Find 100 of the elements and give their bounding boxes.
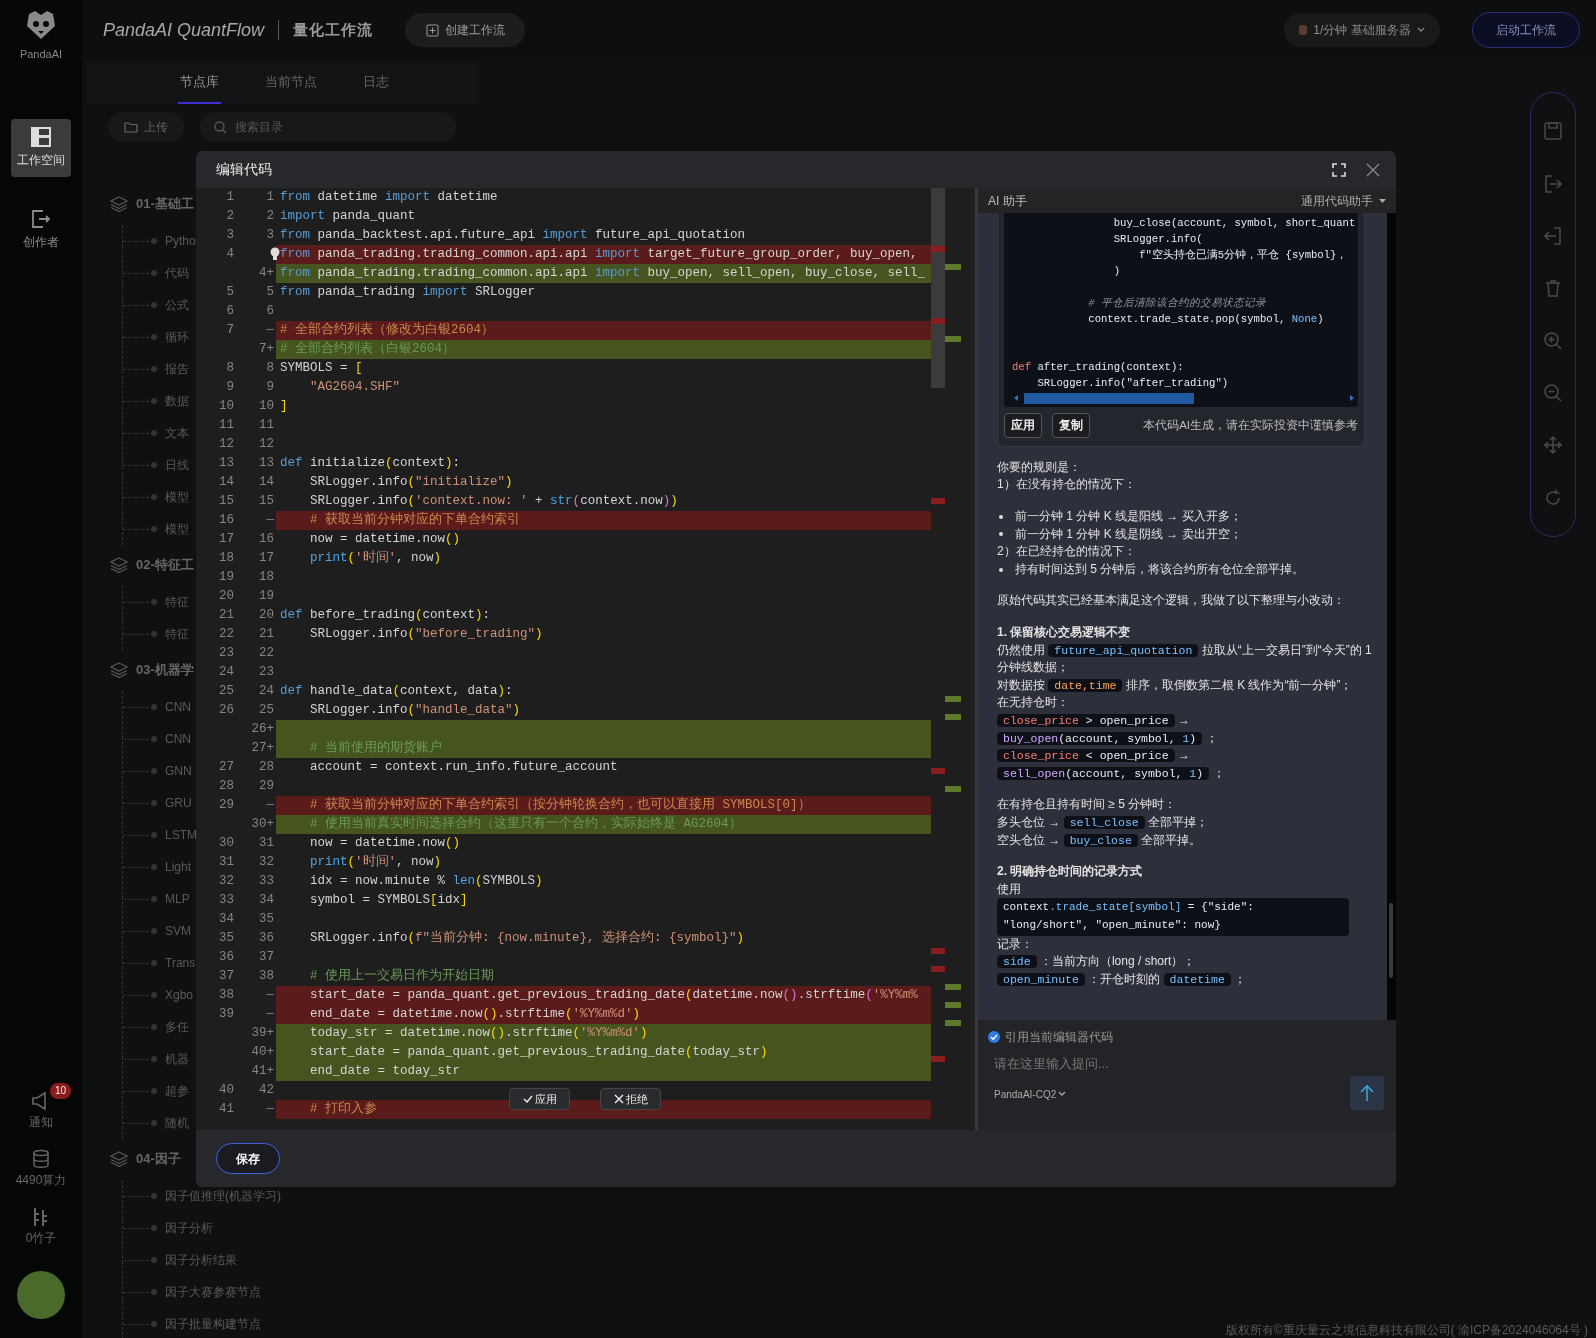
refresh-icon[interactable] [1543, 487, 1563, 508]
nav-label[interactable]: 0竹子 [25, 1229, 57, 1247]
nav-item[interactable]: 工作空间 [11, 118, 71, 177]
copyright-text: 版权所有©重庆量云之境信息科技有限公司( 渝ICP备2024046064号 ) [1225, 1322, 1588, 1338]
save-button[interactable]: 保存 [216, 1143, 280, 1174]
server-dropdown[interactable]: 1/分钟 基础服务器 [1284, 13, 1440, 47]
tree-item[interactable]: 超参 [165, 1082, 189, 1100]
code-line: SRLogger.info("initialize") [309, 474, 514, 491]
nav-label[interactable]: 通知 [29, 1113, 53, 1131]
server-icon [1299, 25, 1308, 35]
zoom-in-icon[interactable] [1543, 330, 1563, 351]
code-line: from datetime import datetime [279, 189, 499, 206]
dot-icon [151, 1056, 157, 1062]
assistant-mode-dropdown[interactable]: 通用代码助手 [1301, 191, 1386, 210]
import-icon[interactable] [1543, 225, 1563, 246]
zoom-out-icon[interactable] [1543, 383, 1563, 404]
close-icon[interactable] [1366, 162, 1380, 177]
tree-item[interactable]: 特征 [165, 625, 189, 643]
line-number: 9 [225, 379, 234, 396]
tree-item[interactable]: SVM [165, 922, 191, 940]
scrollbar[interactable] [1387, 213, 1396, 1020]
line-number: 28 [218, 778, 234, 795]
code-line: SRLogger.info("after_trading") [1036, 376, 1230, 391]
code-line: from panda_backtest.api.future_api import future_api_quotation [279, 227, 747, 244]
fullscreen-icon[interactable] [1332, 162, 1346, 177]
tree-item[interactable]: GRU [165, 794, 192, 812]
nav-item[interactable]: 创作者 [11, 200, 71, 259]
cross-icon [613, 1094, 624, 1104]
tree-item[interactable]: LSTM [165, 826, 197, 844]
tree-item[interactable]: Trans [165, 954, 196, 972]
trash-icon[interactable] [1543, 278, 1563, 299]
answer-text: 记录： [997, 935, 1034, 953]
code-line: # 平仓后清除该合约的交易状态记录 [1087, 296, 1268, 311]
line-number: 24 [218, 664, 234, 681]
line-number: 17 [218, 531, 234, 548]
line-number: 23 [218, 645, 234, 662]
upload-button[interactable]: 上传 [108, 112, 184, 142]
start-workflow-button[interactable]: 启动工作流 [1472, 12, 1580, 48]
tree-item[interactable]: CNN [165, 730, 191, 748]
answer-heading: 2. 明确持仓时间的记录方式 [997, 863, 1144, 881]
model-dropdown[interactable]: PandaAI-CQ2 [994, 1086, 1067, 1102]
tree-item[interactable]: 公式 [165, 296, 189, 314]
prompt-input[interactable]: 请在这里输入提问... [988, 1054, 1384, 1074]
tree-item[interactable]: MLP [165, 890, 190, 908]
line-number: 26+ [250, 721, 275, 738]
tree-item[interactable]: Light [165, 858, 192, 876]
tree-item[interactable]: 因子分析 [165, 1219, 213, 1237]
tree-item[interactable]: GNN [165, 762, 192, 780]
tree-item[interactable]: 因子值推理(机器学习) [165, 1187, 281, 1205]
move-icon[interactable] [1543, 435, 1563, 456]
database-icon[interactable] [31, 1149, 51, 1169]
tree-item[interactable]: 数据 [165, 392, 189, 410]
quote-checkbox[interactable] [988, 1031, 1000, 1043]
save-icon[interactable] [1543, 121, 1563, 142]
dot-icon [151, 398, 157, 404]
line-number: 8 [225, 360, 234, 377]
group-title[interactable]: 02-特征工 [136, 555, 194, 575]
tree-item[interactable]: Xgbo [165, 986, 194, 1004]
export-icon[interactable] [1543, 173, 1563, 194]
library-tab[interactable]: 当前节点 [263, 62, 319, 104]
send-button[interactable] [1350, 1075, 1384, 1110]
dot-icon [151, 1225, 157, 1231]
group-title[interactable]: 04-因子 [136, 1149, 181, 1169]
line-number: 35 [218, 930, 234, 947]
tree-item[interactable]: 特征 [165, 593, 189, 611]
line-number: 30 [218, 835, 234, 852]
tree-item[interactable]: CNN [165, 698, 191, 716]
group-title[interactable]: 01-基础工 [136, 194, 194, 214]
line-number: 21 [218, 607, 234, 624]
tree-item[interactable]: 机器 [165, 1050, 189, 1068]
tree-item[interactable]: 报告 [165, 360, 189, 378]
dialog-title: 编辑代码 [216, 160, 272, 179]
line-number: 1 [265, 189, 275, 206]
create-workflow-button[interactable]: 创建工作流 [405, 13, 526, 47]
tree-item[interactable]: 因子分析结果 [165, 1251, 237, 1269]
tree-item[interactable]: 代码 [165, 264, 189, 282]
line-number: 5 [265, 284, 275, 301]
tree-item[interactable]: Pytho [165, 232, 196, 250]
avatar[interactable] [17, 1271, 65, 1319]
library-tab[interactable]: 日志 [361, 62, 391, 104]
library-tab[interactable]: 节点库 [178, 62, 221, 104]
apply-button[interactable]: 应用 [1004, 412, 1042, 438]
tree-item[interactable]: 多任 [165, 1018, 189, 1036]
tree-item[interactable]: 模型 [165, 520, 189, 538]
tree-item[interactable]: 文本 [165, 424, 189, 442]
tree-item[interactable]: 因子批量构建节点 [165, 1315, 261, 1333]
line-number: 11 [258, 417, 275, 434]
tree-item[interactable]: 日线 [165, 456, 189, 474]
tree-item[interactable]: 模型 [165, 488, 189, 506]
tree-item[interactable]: 随机 [165, 1114, 189, 1132]
line-number: 5 [225, 284, 234, 301]
nav-label[interactable]: 4490算力 [15, 1171, 67, 1189]
reject-button[interactable]: 拒绝 [600, 1088, 661, 1110]
tree-item[interactable]: 循环 [165, 328, 189, 346]
copy-button[interactable]: 复制 [1052, 412, 1090, 438]
line-number: 42 [258, 1082, 275, 1099]
code-line: # 使用上一交易日作为开始日期 [309, 967, 495, 985]
tree-item[interactable]: 因子大赛参赛节点 [165, 1283, 261, 1301]
group-title[interactable]: 03-机器学 [136, 660, 194, 680]
lightbulb-icon[interactable] [270, 247, 280, 261]
